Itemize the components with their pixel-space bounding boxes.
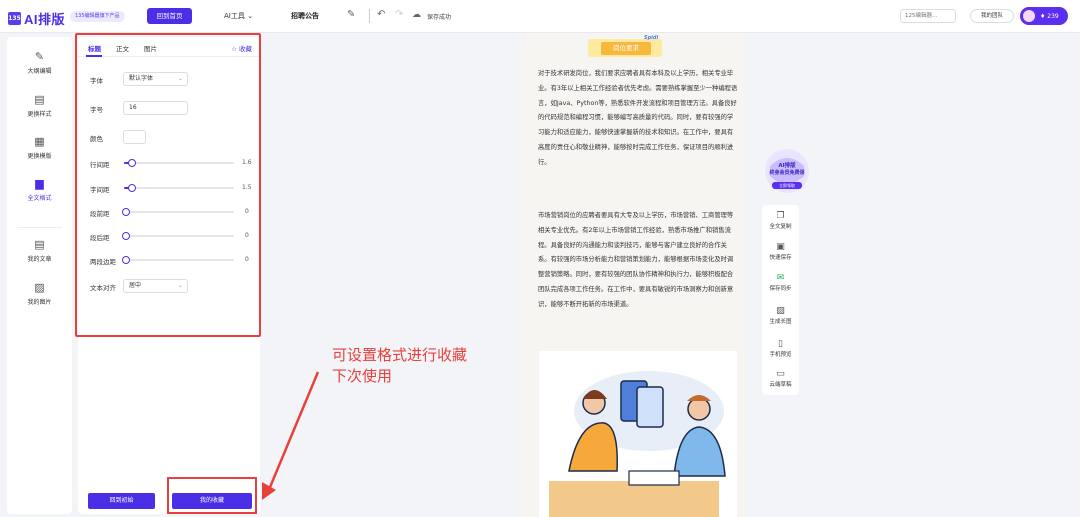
section-heading[interactable]: Spidi 岗位要求 [588, 35, 662, 57]
phone-icon: ▯ [778, 339, 783, 349]
document-canvas[interactable]: Spidi 岗位要求 对于技术研发岗位，我们要求应聘者具有本科及以上学历，相关专… [522, 33, 746, 517]
heading-text: 岗位要求 [601, 42, 651, 55]
cloud-draft-icon: ▭ [776, 369, 785, 379]
quick-save-button[interactable]: ▣ 快速保存 [762, 242, 799, 261]
cloud-draft-button[interactable]: ▭ 云端草稿 [762, 369, 799, 388]
heading-tag: Spidi [644, 35, 659, 41]
promo-line-2: 终身会员免费领 [769, 170, 805, 176]
promo-button[interactable]: 立即领取 [762, 183, 812, 189]
save-sync-button[interactable]: ✉ 保存同步 [762, 273, 799, 292]
tool-label: 快速保存 [769, 255, 792, 261]
copy-all-button[interactable]: ❐ 全文复制 [762, 211, 799, 230]
tool-label: 全文复制 [769, 224, 792, 230]
illustration-image[interactable] [539, 351, 737, 517]
long-image-button[interactable]: ▨ 生成长图 [762, 306, 799, 325]
tool-label: 保存同步 [769, 286, 792, 292]
copy-icon: ❐ [776, 211, 785, 221]
tool-label: 云端草稿 [769, 382, 792, 388]
paragraph-tech[interactable]: 对于技术研发岗位，我们要求应聘者具有本科及以上学历，相关专业毕业。有3年以上相关… [538, 67, 738, 171]
paragraph-marketing[interactable]: 市场营销岗位的应聘者要具有大专及以上学历，市场营销、工商管理等相关专业优先。有2… [538, 209, 738, 313]
floating-toolbar: ❐ 全文复制 ▣ 快速保存 ✉ 保存同步 ▨ 生成长图 ▯ 手机预览 ▭ 云端草… [762, 205, 799, 395]
tool-label: 手机预览 [769, 352, 792, 358]
tool-label: 生成长图 [769, 319, 792, 325]
promo-line-1: AI排版 [778, 163, 796, 169]
wechat-icon: ✉ [776, 273, 785, 283]
save-icon: ▣ [776, 242, 785, 252]
vip-promo[interactable]: AI排版 终身会员免费领 立即领取 [762, 146, 812, 196]
longimage-icon: ▨ [776, 306, 785, 316]
mobile-preview-button[interactable]: ▯ 手机预览 [762, 339, 799, 358]
